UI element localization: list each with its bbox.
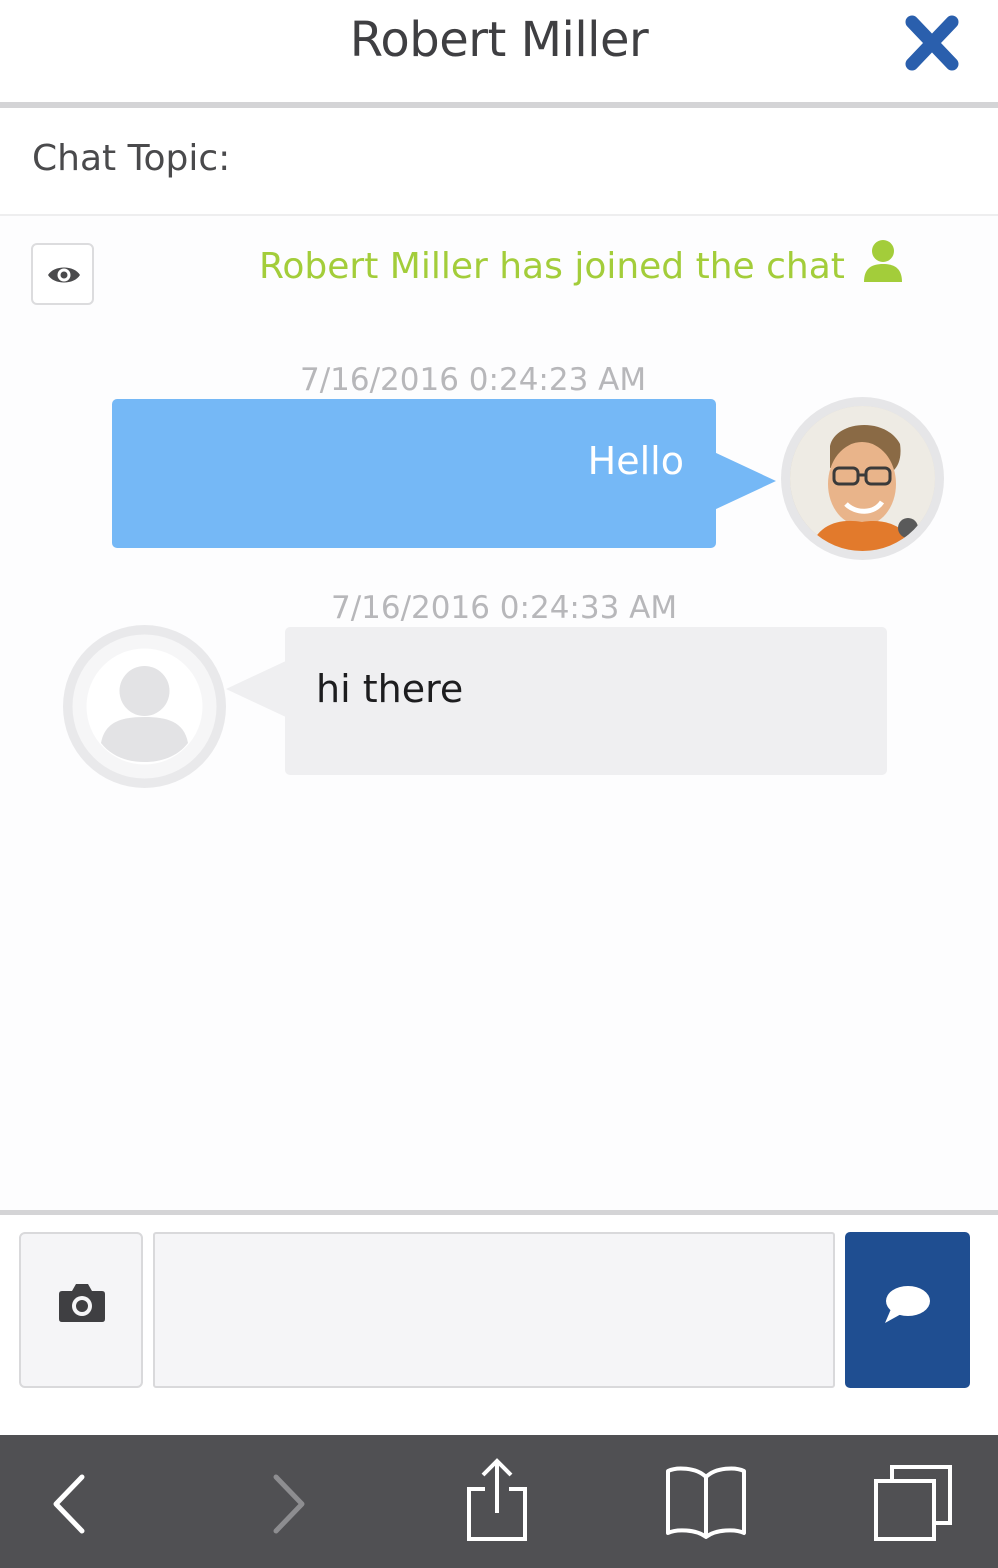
- browser-forward-button[interactable]: [250, 1435, 330, 1568]
- browser-toolbar: [0, 1435, 998, 1568]
- message-input[interactable]: [153, 1232, 835, 1388]
- message-text: hi there: [316, 667, 464, 711]
- browser-tabs-button[interactable]: [868, 1435, 958, 1568]
- chat-topic-label: Chat Topic:: [32, 138, 231, 179]
- join-notification: Robert Miller has joined the chat: [259, 246, 845, 287]
- speech-bubble-icon: [885, 1286, 930, 1323]
- bubble-tail: [226, 660, 288, 718]
- avatar-photo: [790, 406, 935, 551]
- incoming-message-bubble: hi there: [285, 627, 887, 775]
- browser-bookmarks-button[interactable]: [660, 1435, 750, 1568]
- default-user-icon: [72, 634, 217, 779]
- message-timestamp: 7/16/2016 0:24:33 AM: [331, 590, 678, 626]
- view-toggle-button[interactable]: [31, 243, 94, 305]
- camera-icon: [59, 1284, 105, 1322]
- avatar-placeholder[interactable]: [63, 625, 226, 788]
- camera-button[interactable]: [19, 1232, 143, 1388]
- message-timestamp: 7/16/2016 0:24:23 AM: [300, 362, 647, 398]
- share-icon: [467, 1458, 527, 1541]
- chat-topic-bar: Chat Topic:: [0, 108, 998, 216]
- close-icon: [905, 15, 959, 71]
- close-button[interactable]: [896, 10, 968, 76]
- bubble-tail: [714, 452, 776, 510]
- browser-back-button[interactable]: [30, 1435, 110, 1568]
- avatar[interactable]: [781, 397, 944, 560]
- browser-share-button[interactable]: [455, 1435, 539, 1568]
- eye-icon: [48, 267, 80, 283]
- back-icon: [53, 1474, 85, 1534]
- outgoing-message-bubble: Hello: [112, 399, 716, 548]
- forward-icon: [273, 1474, 305, 1534]
- user-icon: [864, 240, 902, 282]
- message-text: Hello: [587, 439, 684, 483]
- chat-header: Robert Miller: [0, 0, 998, 102]
- page-title: Robert Miller: [349, 12, 649, 68]
- tabs-icon: [874, 1465, 952, 1541]
- send-button[interactable]: [845, 1232, 970, 1388]
- bookmarks-icon: [666, 1466, 746, 1539]
